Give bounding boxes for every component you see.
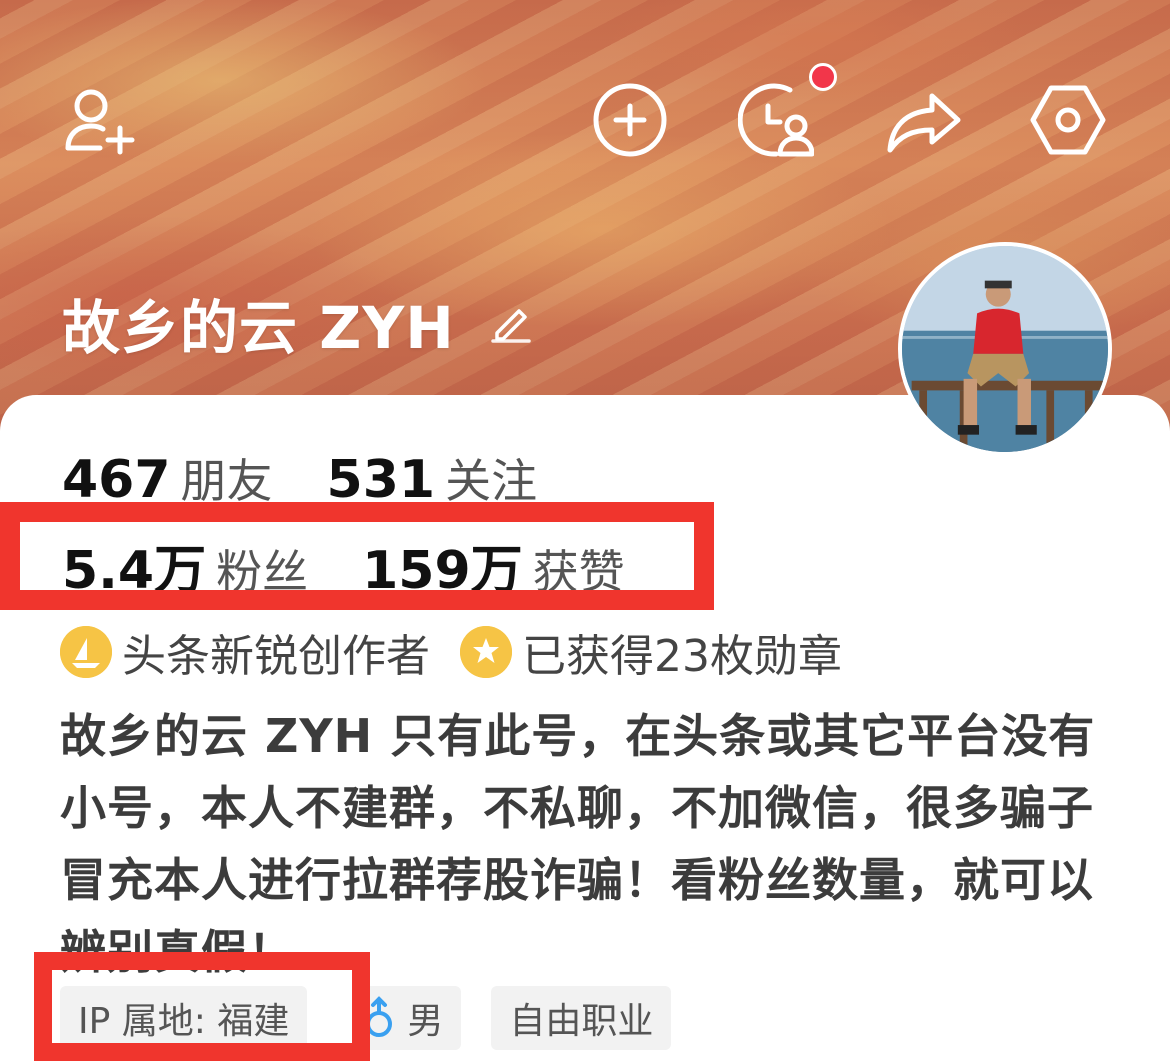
occupation-tag: 自由职业: [491, 986, 672, 1050]
gender-tag: 男: [353, 986, 462, 1050]
notification-dot: [809, 63, 837, 91]
history-icon[interactable]: [738, 82, 814, 158]
profile-bio: 故乡的云 ZYH 只有此号，在头条或其它平台没有小号，本人不建群，不私聊，不加微…: [60, 709, 1096, 979]
edit-icon[interactable]: [489, 301, 533, 345]
settings-icon[interactable]: [1030, 82, 1106, 158]
stats-row-social: 467 朋友 531 关注: [62, 445, 591, 511]
star-icon[interactable]: [460, 626, 512, 678]
add-friend-icon[interactable]: [60, 82, 136, 158]
sailboat-icon[interactable]: [60, 626, 112, 678]
male-icon: [361, 996, 401, 1040]
tag-row: IP 属地: 福建 男 自由职业: [60, 986, 672, 1050]
stats-row-reach: 5.4万 粉丝 159万 获赞: [62, 528, 679, 603]
likes-count[interactable]: 159万: [362, 528, 523, 603]
friends-count[interactable]: 467: [62, 450, 171, 510]
likes-label[interactable]: 获赞: [533, 536, 625, 602]
medal-badge-text[interactable]: 已获得23枚勋章: [522, 620, 842, 684]
gender-text: 男: [407, 1001, 444, 1042]
creator-badge-text[interactable]: 头条新锐创作者: [122, 620, 430, 684]
profile-name-row: 故乡的云 ZYH: [62, 283, 533, 363]
following-label[interactable]: 关注: [445, 445, 537, 511]
share-icon[interactable]: [886, 82, 962, 158]
plus-circle-icon[interactable]: [592, 82, 668, 158]
profile-name: 故乡的云 ZYH: [62, 294, 455, 362]
following-count[interactable]: 531: [327, 450, 436, 510]
avatar[interactable]: [898, 242, 1112, 456]
ip-location-tag: IP 属地: 福建: [60, 986, 308, 1050]
followers-label[interactable]: 粉丝: [216, 536, 308, 602]
followers-count[interactable]: 5.4万: [62, 528, 206, 603]
badge-row: 头条新锐创作者 已获得23枚勋章: [60, 622, 872, 682]
friends-label[interactable]: 朋友: [181, 445, 273, 511]
